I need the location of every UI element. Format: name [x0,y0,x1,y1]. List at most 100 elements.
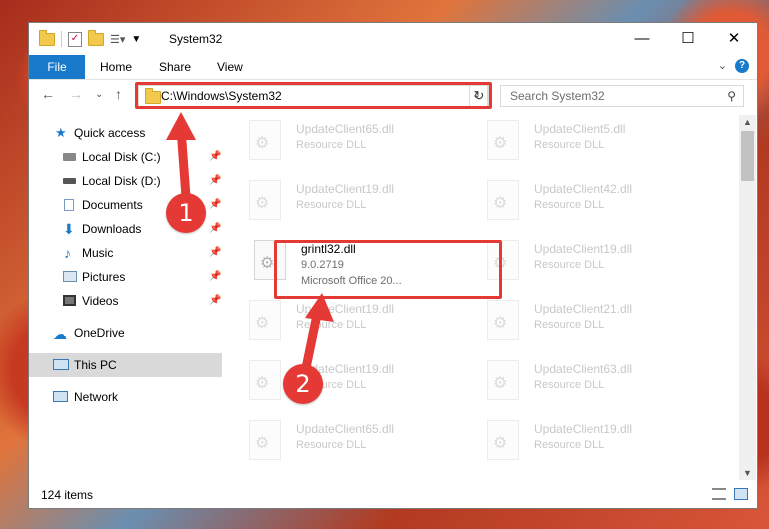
film-icon [63,295,76,306]
sidebar-item-label: Network [74,390,119,404]
file-name: UpdateClient65.dll [296,422,395,436]
sidebar-item-pictures[interactable]: Pictures 📌 [29,265,222,289]
sidebar-item-label: Quick access [74,126,146,140]
sidebar-item-videos[interactable]: Videos 📌 [29,289,222,313]
callout-badge-2: 2 [283,364,323,404]
sidebar-item-onedrive[interactable]: ☁ OneDrive [29,321,222,345]
drive-icon [63,178,76,184]
sidebar-item-this-pc[interactable]: This PC [29,353,222,377]
file-description: Resource DLL [534,139,605,151]
pin-icon[interactable]: 📌 [209,217,221,241]
new-folder-icon[interactable] [88,29,104,46]
window-title: System32 [169,32,223,46]
file-name: UpdateClient19.dll [534,422,633,436]
tab-share[interactable]: Share [159,55,191,79]
pin-icon[interactable]: 📌 [209,193,221,217]
up-arrow-icon[interactable]: ↑ [115,86,122,102]
ribbon-tabs: File Home Share View ⌄ ? [29,55,757,80]
sidebar-item-music[interactable]: ♪ Music 📌 [29,241,222,265]
search-input[interactable]: Search System32 [510,89,605,103]
pin-icon[interactable]: 📌 [209,169,221,193]
sidebar-item-label: Local Disk (C:) [82,150,161,164]
sidebar-item-label: OneDrive [74,326,125,340]
sidebar-item-network[interactable]: Network [29,385,222,409]
tab-home[interactable]: Home [100,55,132,79]
sidebar-item-label: Videos [82,294,119,308]
list-item[interactable]: UpdateClient19.dll Resource DLL [244,175,474,231]
list-item[interactable]: UpdateClient5.dll Resource DLL [482,115,712,171]
list-item[interactable]: UpdateClient19.dll Resource DLL [244,355,474,411]
search-icon[interactable]: ⚲ [727,89,736,103]
pin-icon[interactable]: 📌 [209,265,221,289]
list-item[interactable]: UpdateClient42.dll Resource DLL [482,175,712,231]
properties-icon[interactable]: ✓ [68,31,82,47]
dll-file-icon [249,180,281,220]
sidebar-item-label: This PC [74,358,117,372]
sidebar-item-label: Music [82,246,114,260]
callout-badge-1: 1 [166,193,206,233]
list-item[interactable]: UpdateClient19.dll Resource DLL [244,295,474,351]
dll-file-icon [487,360,519,400]
explorer-window: ✓ ☰▾ ▼ System32 — ☐ ✕ File Home Share Vi… [28,22,758,509]
minimize-button[interactable]: — [619,23,665,55]
dll-file-icon [487,420,519,460]
list-item[interactable]: UpdateClient65.dll Resource DLL [244,415,474,471]
tab-file[interactable]: File [29,55,85,79]
scroll-thumb[interactable] [741,131,754,181]
file-name: UpdateClient63.dll [534,362,633,376]
close-button[interactable]: ✕ [711,23,757,55]
sidebar-item-local-disk-d[interactable]: Local Disk (D:) 📌 [29,169,222,193]
item-count: 124 items [41,488,94,502]
pin-icon[interactable]: 📌 [209,289,221,313]
scroll-up-icon[interactable]: ▲ [743,117,752,127]
document-icon [64,199,74,211]
sidebar-item-quick-access[interactable]: ★ Quick access [29,121,222,145]
dll-file-icon [249,120,281,160]
large-icons-view-icon[interactable] [734,488,748,500]
pin-icon[interactable]: 📌 [209,145,221,169]
details-view-icon[interactable] [712,488,726,500]
list-item[interactable]: UpdateClient21.dll Resource DLL [482,295,712,351]
file-description: Resource DLL [534,199,605,211]
list-item[interactable]: UpdateClient19.dll Resource DLL [482,235,712,291]
sidebar-item-label: Documents [82,198,143,212]
navigation-pane: ★ Quick access Local Disk (C:) 📌 Local D… [29,115,224,480]
quick-access-toolbar: ✓ ☰▾ ▼ [39,29,141,47]
maximize-button[interactable]: ☐ [665,23,711,55]
customize-toolbar-icon[interactable]: ☰▾ [110,33,125,46]
dll-file-icon [249,420,281,460]
address-row: ← → ⌄ ↑ C:\Windows\System32 ⌄ ↻ Search S… [29,80,757,112]
file-description: Resource DLL [534,439,605,451]
tab-view[interactable]: View [217,55,243,79]
list-item[interactable]: UpdateClient65.dll Resource DLL [244,115,474,171]
expand-ribbon-icon[interactable]: ⌄ [718,59,727,72]
download-arrow-icon: ⬇ [63,221,75,237]
back-arrow-icon[interactable]: ← [41,86,55,102]
file-description: Resource DLL [296,199,367,211]
scroll-down-icon[interactable]: ▼ [743,468,752,478]
dll-file-icon [249,300,281,340]
list-item[interactable]: UpdateClient19.dll Resource DLL [482,415,712,471]
drive-icon [63,153,76,161]
file-description: Resource DLL [296,319,367,331]
file-name: UpdateClient21.dll [534,302,633,316]
search-box[interactable]: Search System32 ⚲ [500,85,744,107]
forward-arrow-icon[interactable]: → [69,86,83,102]
recent-locations-icon[interactable]: ⌄ [95,89,103,100]
divider [61,31,62,47]
sidebar-item-label: Pictures [82,270,126,284]
folder-icon[interactable] [39,29,55,46]
sidebar-item-local-disk-c[interactable]: Local Disk (C:) 📌 [29,145,222,169]
address-highlight-box [135,82,492,109]
help-icon[interactable]: ? [735,59,749,73]
toolbar-dropdown-icon[interactable]: ▼ [131,34,141,45]
sidebar-item-label: Local Disk (D:) [82,174,161,188]
file-description: Resource DLL [534,319,605,331]
file-name: UpdateClient5.dll [534,122,626,136]
vertical-scrollbar[interactable]: ▲ ▼ [739,115,756,480]
pin-icon[interactable]: 📌 [209,241,221,265]
sidebar-item-label: Downloads [82,222,142,236]
list-item[interactable]: UpdateClient63.dll Resource DLL [482,355,712,411]
file-name: UpdateClient19.dll [296,302,395,316]
file-description: Resource DLL [534,379,605,391]
